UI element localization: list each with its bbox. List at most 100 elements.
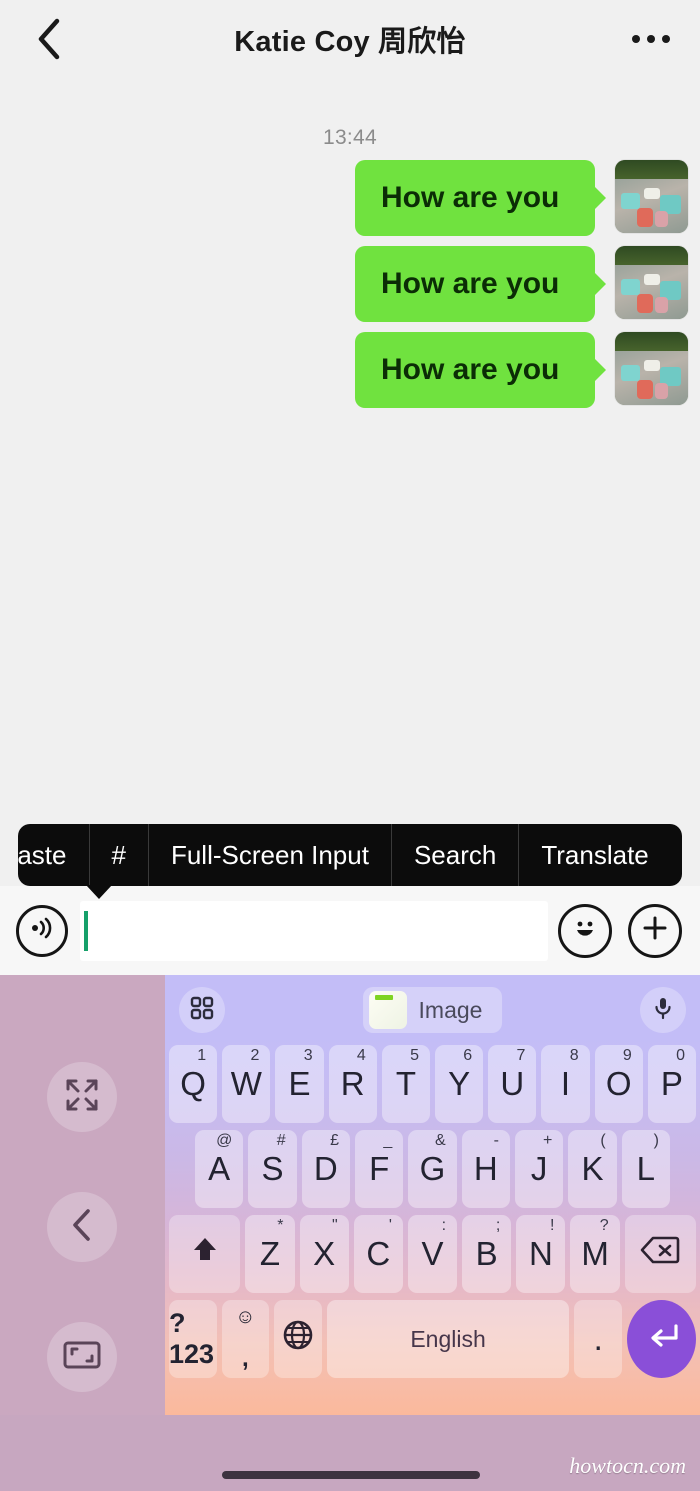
language-globe-key[interactable] <box>274 1300 322 1378</box>
context-menu-item-fullscreen-input[interactable]: Full-Screen Input <box>149 824 392 886</box>
chevron-left-icon <box>68 1207 96 1248</box>
virtual-keyboard: Image 1Q 2W 3E 4R 5 T 6 Y 7 U 8 I 9 O 0 … <box>165 975 700 1415</box>
symbols-key[interactable]: ?123 <box>169 1300 217 1378</box>
key-x[interactable]: " X <box>299 1215 349 1293</box>
keyboard-toolbar: Image <box>165 975 700 1045</box>
page-title: Katie Coy 周欣怡 <box>234 26 466 58</box>
message-input-bar <box>0 886 700 975</box>
message-input-field[interactable] <box>80 900 548 961</box>
message-row: How are you <box>12 246 688 322</box>
float-keyboard-button[interactable] <box>47 1322 117 1392</box>
key-sup: ) <box>653 1132 659 1149</box>
emoji-button[interactable] <box>558 903 612 958</box>
context-menu-item-translate[interactable]: Translate <box>519 824 670 886</box>
bubble-tail-icon <box>593 185 606 211</box>
context-menu-item-hash[interactable]: # <box>90 824 149 886</box>
voice-wave-icon <box>27 913 57 948</box>
context-menu-item-search[interactable]: Search <box>392 824 520 886</box>
key-z[interactable]: * Z <box>245 1215 295 1293</box>
key-sup: 4 <box>356 1047 366 1064</box>
key-sup: + <box>542 1132 553 1149</box>
key-u[interactable]: 7U <box>488 1045 537 1123</box>
key-t[interactable]: 5T <box>381 1045 430 1123</box>
key-sup: - <box>493 1132 499 1149</box>
enter-return-icon <box>643 1320 681 1358</box>
message-row: How are you <box>12 332 688 408</box>
message-bubble[interactable]: How are you <box>355 160 595 236</box>
key-c[interactable]: ' C <box>353 1215 403 1293</box>
message-bubble[interactable]: How are you <box>355 246 595 322</box>
message-bubble[interactable]: How are you <box>355 332 595 408</box>
more-horizontal-icon <box>632 35 640 43</box>
key-i[interactable]: 8I <box>541 1045 590 1123</box>
key-sup: 1 <box>197 1047 207 1064</box>
message-list: How are you How are you How are you <box>0 160 700 408</box>
back-button[interactable] <box>18 8 80 70</box>
key-sup: 6 <box>463 1047 473 1064</box>
microphone-icon <box>651 996 675 1025</box>
key-j[interactable]: + J <box>514 1130 564 1208</box>
message-bubble-wrap: How are you <box>355 160 606 236</box>
key-label: Y <box>448 1065 471 1102</box>
key-sup: @ <box>216 1132 233 1149</box>
key-g[interactable]: & G <box>408 1130 457 1208</box>
phone-screen: Katie Coy 周欣怡 13:44 How are you How are … <box>0 0 700 1491</box>
enter-key[interactable] <box>627 1300 696 1378</box>
key-o[interactable]: 9O <box>594 1045 643 1123</box>
more-options-button[interactable] <box>620 8 682 70</box>
keyboard-voice-button[interactable] <box>640 987 686 1033</box>
shift-key[interactable] <box>169 1215 241 1293</box>
text-caret <box>84 910 88 951</box>
emoji-comma-key[interactable]: ☺ , <box>221 1300 270 1378</box>
key-label: D <box>313 1150 338 1187</box>
key-h[interactable]: -H <box>461 1130 510 1208</box>
key-a[interactable]: @ A <box>195 1130 244 1208</box>
key-b[interactable]: ; B <box>462 1215 512 1293</box>
key-label: E <box>288 1065 311 1102</box>
key-q[interactable]: 1Q <box>168 1045 218 1123</box>
key-sup: & <box>434 1132 446 1149</box>
key-label: I <box>560 1065 571 1102</box>
bubble-tail-icon <box>593 357 606 383</box>
key-sup: ? <box>599 1217 609 1234</box>
grid-apps-icon <box>190 996 214 1025</box>
avatar[interactable] <box>615 160 688 233</box>
key-e[interactable]: 3E <box>275 1045 324 1123</box>
keyboard-row-1: 1Q 2W 3E 4R 5T 6Y 7U 8I 9O 0P <box>165 1045 700 1123</box>
key-n[interactable]: ! N <box>516 1215 566 1293</box>
key-k[interactable]: (K <box>568 1130 617 1208</box>
add-attachment-button[interactable] <box>628 903 682 958</box>
period-key[interactable]: . <box>574 1300 622 1378</box>
key-m[interactable]: ? M <box>570 1215 620 1293</box>
voice-input-button[interactable] <box>16 904 68 957</box>
backspace-key[interactable] <box>624 1215 696 1293</box>
shift-arrow-icon <box>188 1233 222 1275</box>
key-label: U <box>500 1065 525 1102</box>
key-label: W <box>230 1065 262 1102</box>
home-indicator[interactable] <box>222 1471 480 1479</box>
keyboard-apps-button[interactable] <box>179 987 225 1033</box>
key-d[interactable]: £ D <box>301 1130 350 1208</box>
key-p[interactable]: 0P <box>647 1045 697 1123</box>
key-l[interactable]: ) L <box>621 1130 670 1208</box>
comma-label: , <box>242 1345 249 1372</box>
resize-keyboard-button[interactable] <box>47 1062 117 1132</box>
collapse-keyboard-button[interactable] <box>47 1192 117 1262</box>
key-label: B <box>475 1235 498 1272</box>
suggestion-chip-image[interactable]: Image <box>362 987 503 1033</box>
key-y[interactable]: 6Y <box>435 1045 484 1123</box>
key-sup: # <box>276 1132 286 1149</box>
key-f[interactable]: _ F <box>355 1130 404 1208</box>
avatar[interactable] <box>615 246 688 319</box>
context-menu-item-paste[interactable]: Paste <box>18 824 90 886</box>
key-r[interactable]: 4R <box>328 1045 377 1123</box>
key-w[interactable]: 2W <box>222 1045 271 1123</box>
key-v[interactable]: :V <box>407 1215 458 1293</box>
key-s[interactable]: # S <box>248 1130 297 1208</box>
space-key[interactable]: English <box>326 1300 570 1378</box>
chevron-left-icon <box>36 17 62 61</box>
key-label: V <box>421 1235 444 1272</box>
suggestion-chip-label: Image <box>418 996 483 1023</box>
key-label: F <box>369 1150 390 1187</box>
avatar[interactable] <box>615 332 688 405</box>
